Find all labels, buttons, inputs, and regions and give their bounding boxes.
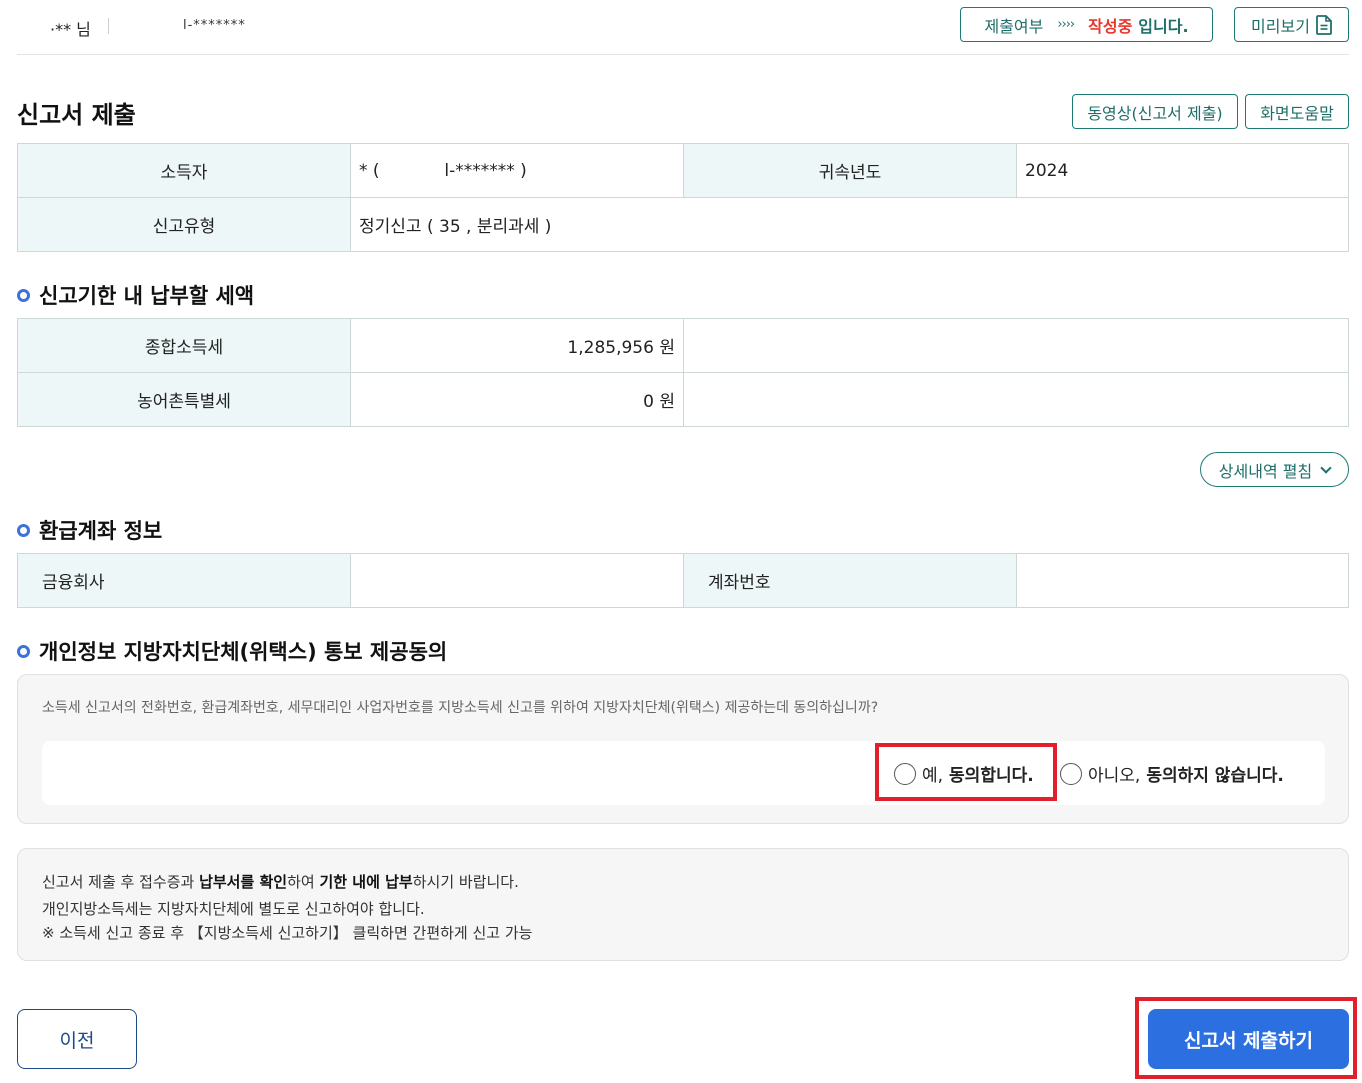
page-title: 신고서 제출	[17, 101, 136, 129]
table-row-amount: 0 원	[351, 373, 684, 427]
submission-status-button[interactable]: 제출여부 ›››› 작성중 입니다.	[960, 7, 1213, 42]
section-bullet-icon	[17, 288, 30, 302]
refund-account-table: 금융회사 계좌번호	[17, 553, 1349, 608]
chevron-down-icon	[1320, 461, 1332, 474]
table-row-empty	[684, 373, 1349, 427]
consent-options: 예, 동의합니다. 아니오, 동의하지 않습니다.	[42, 741, 1325, 805]
filing-type-header: 신고유형	[18, 198, 351, 252]
status-arrows: ››››	[1057, 17, 1075, 32]
table-row-label: 농어촌특별세	[18, 373, 351, 427]
expand-details-button[interactable]: 상세내역 펼침	[1200, 452, 1349, 487]
refund-section-title: 환급계좌 정보	[17, 515, 162, 545]
tax-section-title-text: 신고기한 내 납부할 세액	[39, 284, 255, 308]
table-row-amount: 1,285,956 원	[351, 319, 684, 373]
filer-header: 소득자	[18, 144, 351, 198]
expand-details-label: 상세내역 펼침	[1218, 461, 1313, 481]
tax-table: 종합소득세 1,285,956 원 농어촌특별세 0 원	[17, 318, 1349, 427]
status-state: 작성중	[1088, 16, 1133, 36]
header-divider-line	[17, 54, 1349, 55]
notice-line-2: 개인지방소득세는 지방자치단체에 별도로 신고하여야 합니다.	[42, 900, 425, 918]
status-suffix: 입니다.	[1138, 16, 1189, 36]
table-row-label: 종합소득세	[18, 319, 351, 373]
notice-line-3: ※ 소득세 신고 종료 후 【지방소득세 신고하기】 클릭하면 간편하게 신고 …	[42, 924, 533, 942]
user-name: ·** 님	[50, 20, 91, 39]
notice-bold: 기한 내에 납부	[319, 873, 413, 891]
consent-box: 소득세 신고서의 전화번호, 환급계좌번호, 세무대리인 사업자번호를 지방소득…	[17, 674, 1349, 824]
document-icon	[1316, 14, 1332, 35]
year-header: 귀속년도	[684, 144, 1017, 198]
preview-button[interactable]: 미리보기	[1234, 7, 1349, 42]
year-value: 2024	[1017, 144, 1349, 198]
bank-header: 금융회사	[18, 554, 351, 608]
refund-section-title-text: 환급계좌 정보	[39, 519, 163, 543]
notice-bold: 납부서를 확인	[199, 873, 288, 891]
filer-info-table: 소득자 * ( l-******* ) 귀속년도 2024 신고유형 정기신고 …	[17, 143, 1349, 252]
notice-line-1: 신고서 제출 후 접수증과 납부서를 확인하여 기한 내에 납부하시기 바랍니다…	[42, 871, 519, 892]
notice-text: 신고서 제출 후 접수증과	[42, 873, 200, 891]
screen-help-button[interactable]: 화면도움말	[1245, 94, 1349, 129]
status-prefix: 제출여부	[984, 16, 1044, 36]
consent-section-title: 개인정보 지방자치단체(위택스) 통보 제공동의	[17, 636, 447, 666]
account-value	[1017, 554, 1349, 608]
consent-no-option[interactable]: 아니오, 동의하지 않습니다.	[1060, 761, 1284, 786]
submit-highlight	[1135, 997, 1357, 1079]
user-id: l-*******	[183, 18, 246, 33]
section-bullet-icon	[17, 644, 30, 658]
previous-button[interactable]: 이전	[17, 1009, 137, 1069]
radio-no[interactable]	[1060, 762, 1082, 785]
video-guide-button[interactable]: 동영상(신고서 제출)	[1072, 94, 1238, 129]
consent-question: 소득세 신고서의 전화번호, 환급계좌번호, 세무대리인 사업자번호를 지방소득…	[42, 700, 879, 716]
consent-no-label: 동의하지 않습니다.	[1146, 766, 1284, 786]
consent-section-title-text: 개인정보 지방자치단체(위택스) 통보 제공동의	[39, 640, 448, 664]
bank-value	[351, 554, 684, 608]
consent-yes-highlight	[875, 743, 1057, 801]
section-bullet-icon	[17, 523, 30, 537]
header-divider	[108, 18, 109, 34]
notice-text: 하여	[287, 873, 320, 891]
filing-type-value: 정기신고 ( 35 , 분리과세 )	[351, 198, 1349, 252]
consent-no-prefix: 아니오,	[1088, 766, 1141, 786]
account-header: 계좌번호	[684, 554, 1017, 608]
tax-section-title: 신고기한 내 납부할 세액	[17, 280, 254, 310]
preview-label: 미리보기	[1251, 16, 1310, 36]
notice-text: 하시기 바랍니다.	[412, 873, 519, 891]
notice-box: 신고서 제출 후 접수증과 납부서를 확인하여 기한 내에 납부하시기 바랍니다…	[17, 848, 1349, 961]
table-row-empty	[684, 319, 1349, 373]
filer-value: * ( l-******* )	[351, 144, 684, 198]
